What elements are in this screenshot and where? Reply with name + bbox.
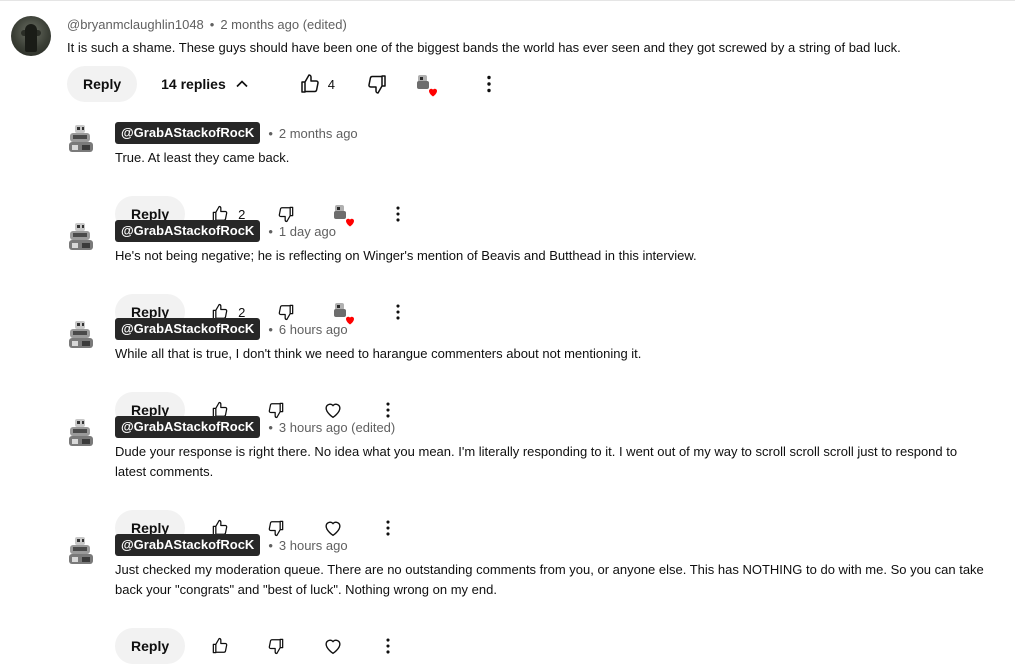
comment-text: It is such a shame. These guys should ha…	[67, 40, 901, 55]
avatar[interactable]	[67, 418, 95, 448]
avatar[interactable]	[67, 536, 95, 566]
separator-dot: •	[268, 321, 273, 337]
channel-owner-badge[interactable]: @GrabAStackofRocK	[115, 416, 261, 438]
creator-heart-icon	[346, 218, 355, 227]
more-vert-icon[interactable]	[387, 301, 409, 323]
channel-owner-badge[interactable]: @GrabAStackofRocK	[115, 220, 261, 242]
comment-toolbar: Reply	[115, 628, 399, 664]
comment-time[interactable]: 3 hours ago (edited)	[279, 420, 395, 435]
reply-button[interactable]: Reply	[67, 66, 138, 102]
more-vert-icon[interactable]	[387, 203, 409, 225]
comment-header: @GrabAStackofRocK • 3 hours ago	[115, 533, 348, 557]
more-vert-icon[interactable]	[477, 72, 501, 96]
creator-heart-icon	[428, 88, 437, 97]
comment-text: Just checked my moderation queue. There …	[115, 562, 984, 597]
comment-author[interactable]: @bryanmclaughlin1048	[67, 17, 204, 32]
comment-text: Dude your response is right there. No id…	[115, 444, 958, 479]
replies-count-label: 14 replies	[161, 76, 226, 92]
heart-outline-icon[interactable]	[322, 635, 344, 657]
like-count: 4	[327, 76, 335, 92]
avatar[interactable]	[67, 222, 95, 252]
comment-header: @GrabAStackofRocK • 3 hours ago (edited)	[115, 415, 395, 439]
comment-header: @bryanmclaughlin1048 • 2 months ago (edi…	[67, 16, 347, 32]
thumb-down-icon[interactable]	[266, 636, 286, 656]
avatar[interactable]	[67, 320, 95, 350]
thumb-down-icon[interactable]	[365, 72, 389, 96]
separator-dot: •	[268, 419, 273, 435]
comment-text: While all that is true, I don't think we…	[115, 346, 642, 361]
creator-heart	[415, 73, 437, 97]
separator-dot: •	[209, 16, 215, 32]
separator-dot: •	[268, 125, 273, 141]
more-vert-icon[interactable]	[377, 635, 399, 657]
separator-dot: •	[268, 223, 273, 239]
top-divider	[0, 0, 1015, 1]
channel-owner-badge[interactable]: @GrabAStackofRocK	[115, 318, 261, 340]
comment-time[interactable]: 2 months ago	[279, 126, 358, 141]
comment-time[interactable]: 2 months ago (edited)	[220, 17, 346, 32]
comment-time[interactable]: 3 hours ago	[279, 538, 348, 553]
chevron-up-icon	[236, 80, 248, 88]
avatar[interactable]	[11, 16, 51, 56]
reply-button[interactable]: Reply	[115, 628, 186, 664]
separator-dot: •	[268, 537, 273, 553]
comment-toolbar: Reply 14 replies 4	[67, 66, 501, 102]
thumb-up-icon[interactable]	[210, 636, 230, 656]
comment-time[interactable]: 6 hours ago	[279, 322, 348, 337]
comment-text: He's not being negative; he is reflectin…	[115, 248, 697, 263]
comment-header: @GrabAStackofRocK • 1 day ago	[115, 219, 336, 243]
thumb-up-icon[interactable]	[298, 72, 322, 96]
channel-owner-badge[interactable]: @GrabAStackofRocK	[115, 122, 261, 144]
comment-header: @GrabAStackofRocK • 2 months ago	[115, 121, 358, 145]
replies-toggle-button[interactable]: 14 replies	[161, 74, 252, 94]
comment-time[interactable]: 1 day ago	[279, 224, 336, 239]
more-vert-icon[interactable]	[377, 517, 399, 539]
channel-owner-badge[interactable]: @GrabAStackofRocK	[115, 534, 261, 556]
comment-header: @GrabAStackofRocK • 6 hours ago	[115, 317, 348, 341]
avatar[interactable]	[67, 124, 95, 154]
comment-text: True. At least they came back.	[115, 150, 290, 165]
